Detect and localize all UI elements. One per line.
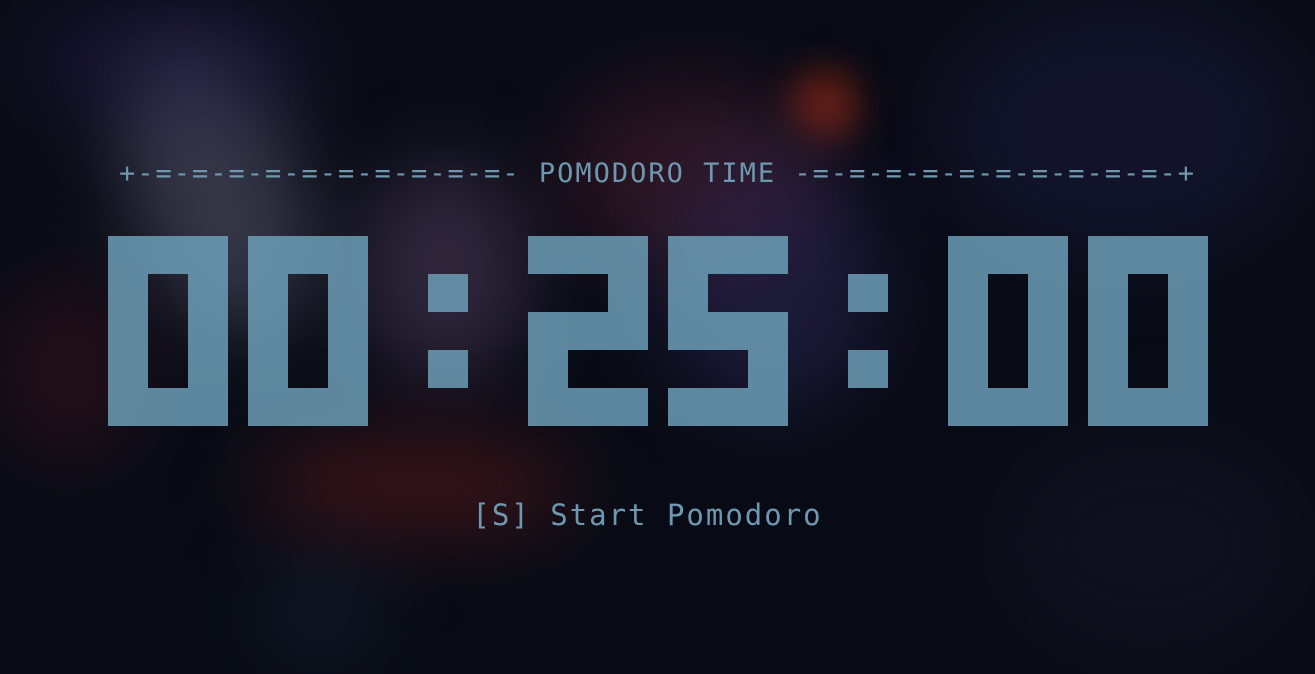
minutes-tens-digit — [528, 236, 648, 426]
title-banner: +-=-=-=-=-=-=-=-=-=-=- POMODORO TIME -=-… — [118, 158, 1197, 189]
colon-separator — [848, 236, 888, 426]
hours-tens-digit — [108, 236, 228, 426]
seconds-tens-digit — [948, 236, 1068, 426]
hours-ones-digit — [248, 236, 368, 426]
seconds-ones-digit — [1088, 236, 1208, 426]
minutes-ones-digit — [668, 236, 788, 426]
start-pomodoro-button[interactable]: [S] Start Pomodoro — [0, 498, 1295, 532]
pomodoro-screen: +-=-=-=-=-=-=-=-=-=-=- POMODORO TIME -=-… — [0, 0, 1315, 674]
colon-separator — [428, 236, 468, 426]
timer-display — [108, 236, 1208, 426]
